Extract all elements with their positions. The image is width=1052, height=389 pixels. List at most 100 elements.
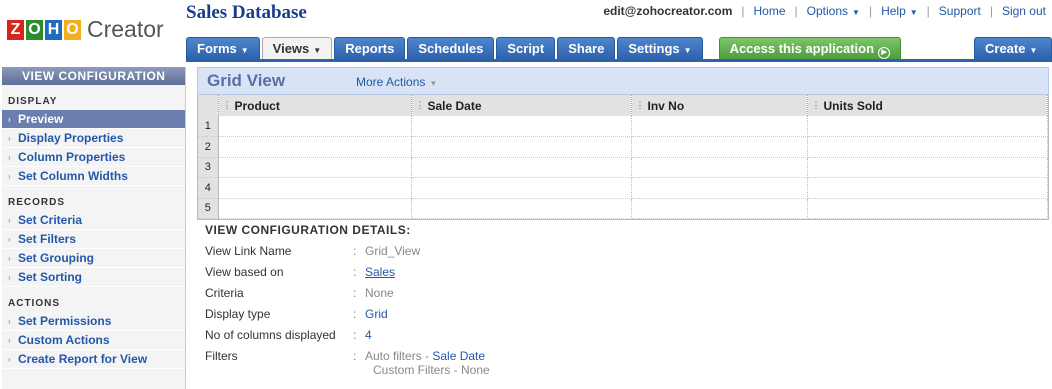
- tab-script[interactable]: Script: [496, 37, 556, 59]
- table-cell[interactable]: [411, 157, 632, 178]
- filters-value: Auto filters - Sale Date Custom Filters …: [365, 349, 490, 377]
- table-row: 4: [198, 177, 1048, 199]
- sidebar-item-label: Custom Actions: [18, 333, 110, 347]
- table-row: 2: [198, 136, 1048, 158]
- table-cell[interactable]: [218, 177, 412, 199]
- sidebar-section-records: RECORDS: [8, 197, 66, 208]
- app-title[interactable]: Sales Database: [186, 2, 307, 24]
- row-number-header: [198, 95, 219, 116]
- drag-handle-icon[interactable]: ⋮: [812, 100, 821, 111]
- drag-handle-icon[interactable]: ⋮: [223, 100, 232, 111]
- table-cell[interactable]: [218, 198, 412, 219]
- main-tabs: Forms ▼ Views ▼ Reports Schedules Script S…: [186, 37, 1052, 60]
- table-cell[interactable]: [807, 198, 1048, 219]
- sidebar-item-column-properties[interactable]: › Column Properties: [2, 148, 185, 167]
- sidebar-item-create-report[interactable]: › Create Report for View: [2, 350, 185, 369]
- sidebar-item-label: Set Grouping: [18, 251, 94, 265]
- sidebar-item-set-column-widths[interactable]: › Set Column Widths: [2, 167, 185, 186]
- column-header-label: Sale Date: [427, 98, 482, 113]
- table-cell[interactable]: [631, 198, 808, 219]
- logo-letter: Z: [6, 18, 25, 41]
- sidebar-item-set-sorting[interactable]: › Set Sorting: [2, 268, 185, 287]
- table-cell[interactable]: [631, 177, 808, 199]
- table-cell[interactable]: [218, 116, 412, 137]
- table-cell[interactable]: [631, 116, 808, 137]
- sidebar-item-set-filters[interactable]: › Set Filters: [2, 230, 185, 249]
- column-header-product[interactable]: ⋮ Product: [218, 95, 412, 116]
- view-configuration-details: VIEW CONFIGURATION DETAILS: View Link Na…: [205, 223, 490, 377]
- sidebar-item-set-grouping[interactable]: › Set Grouping: [2, 249, 185, 268]
- table-cell[interactable]: [807, 177, 1048, 199]
- tab-views[interactable]: Views ▼: [261, 37, 333, 60]
- tab-label: Views: [272, 41, 310, 56]
- column-header-sale-date[interactable]: ⋮ Sale Date: [411, 95, 632, 116]
- row-number: 3: [198, 157, 219, 178]
- table-cell[interactable]: [411, 177, 632, 199]
- table-cell[interactable]: [807, 157, 1048, 178]
- help-menu[interactable]: Help ▼: [881, 4, 918, 18]
- detail-row: View Link Name: Grid_View: [205, 244, 490, 265]
- row-number: 5: [198, 198, 219, 219]
- chevron-right-icon: ›: [8, 235, 11, 244]
- based-on-form-link[interactable]: Sales: [365, 265, 395, 279]
- chevron-down-icon: ▼: [909, 8, 918, 17]
- table-cell[interactable]: [218, 157, 412, 178]
- table-cell[interactable]: [807, 136, 1048, 158]
- home-link[interactable]: Home: [754, 4, 786, 18]
- table-cell[interactable]: [631, 136, 808, 158]
- chevron-down-icon: ▼: [1029, 46, 1038, 55]
- table-cell[interactable]: [218, 136, 412, 158]
- create-button[interactable]: Create ▼: [974, 37, 1052, 59]
- options-menu[interactable]: Options ▼: [807, 4, 860, 18]
- auto-filter-field-link[interactable]: Sale Date: [432, 349, 485, 363]
- sidebar-item-set-criteria[interactable]: › Set Criteria: [2, 211, 185, 230]
- tab-share[interactable]: Share: [557, 37, 616, 59]
- sidebar-item-label: Create Report for View: [18, 352, 148, 366]
- zoho-creator-logo[interactable]: Z O H O Creator: [6, 16, 164, 43]
- sidebar-section-actions: ACTIONS: [8, 298, 60, 309]
- table-cell[interactable]: [411, 136, 632, 158]
- detail-colon: :: [353, 328, 357, 342]
- detail-row: Criteria: None: [205, 286, 490, 307]
- drag-handle-icon[interactable]: ⋮: [416, 100, 425, 111]
- create-label: Create: [985, 41, 1026, 56]
- detail-label: Display type: [205, 307, 271, 321]
- table-cell[interactable]: [807, 116, 1048, 137]
- table-cell[interactable]: [411, 198, 632, 219]
- logo-word: Creator: [87, 16, 164, 42]
- chevron-right-icon: ›: [8, 153, 11, 162]
- view-header: Grid View More Actions ▼: [197, 67, 1049, 95]
- detail-row: View based on: Sales: [205, 265, 490, 286]
- tab-settings[interactable]: Settings ▼: [617, 37, 703, 59]
- chevron-down-icon: ▼: [240, 46, 249, 55]
- sidebar-item-label: Set Filters: [18, 232, 77, 246]
- column-header-units-sold[interactable]: ⋮ Units Sold: [807, 95, 1048, 116]
- table-row: 3: [198, 157, 1048, 178]
- separator: |: [926, 4, 930, 18]
- tab-schedules[interactable]: Schedules: [407, 37, 495, 59]
- sign-out-link[interactable]: Sign out: [1002, 4, 1046, 18]
- more-actions-menu[interactable]: More Actions ▼: [356, 75, 437, 89]
- sidebar-item-label: Set Column Widths: [18, 169, 128, 183]
- detail-label: View based on: [205, 265, 284, 279]
- tab-underline: [186, 59, 1052, 62]
- sidebar-item-display-properties[interactable]: › Display Properties: [2, 129, 185, 148]
- play-icon: ▶: [878, 47, 891, 59]
- chevron-right-icon: ›: [8, 355, 11, 364]
- sidebar-item-custom-actions[interactable]: › Custom Actions: [2, 331, 185, 350]
- column-header-inv-no[interactable]: ⋮ Inv No: [631, 95, 808, 116]
- tab-forms[interactable]: Forms ▼: [186, 37, 260, 59]
- support-link[interactable]: Support: [939, 4, 981, 18]
- auto-filters-label: Auto filters -: [365, 349, 433, 363]
- drag-handle-icon[interactable]: ⋮: [636, 100, 645, 111]
- detail-colon: :: [353, 349, 357, 363]
- sidebar-item-preview[interactable]: › Preview: [2, 110, 185, 129]
- sidebar-item-label: Preview: [18, 112, 64, 126]
- sidebar-item-set-permissions[interactable]: › Set Permissions: [2, 312, 185, 331]
- logo-letter: O: [25, 18, 44, 41]
- access-application-button[interactable]: Access this application ▶: [718, 37, 902, 59]
- column-header-label: Product: [234, 98, 280, 113]
- table-cell[interactable]: [411, 116, 632, 137]
- tab-reports[interactable]: Reports: [334, 37, 406, 59]
- table-cell[interactable]: [631, 157, 808, 178]
